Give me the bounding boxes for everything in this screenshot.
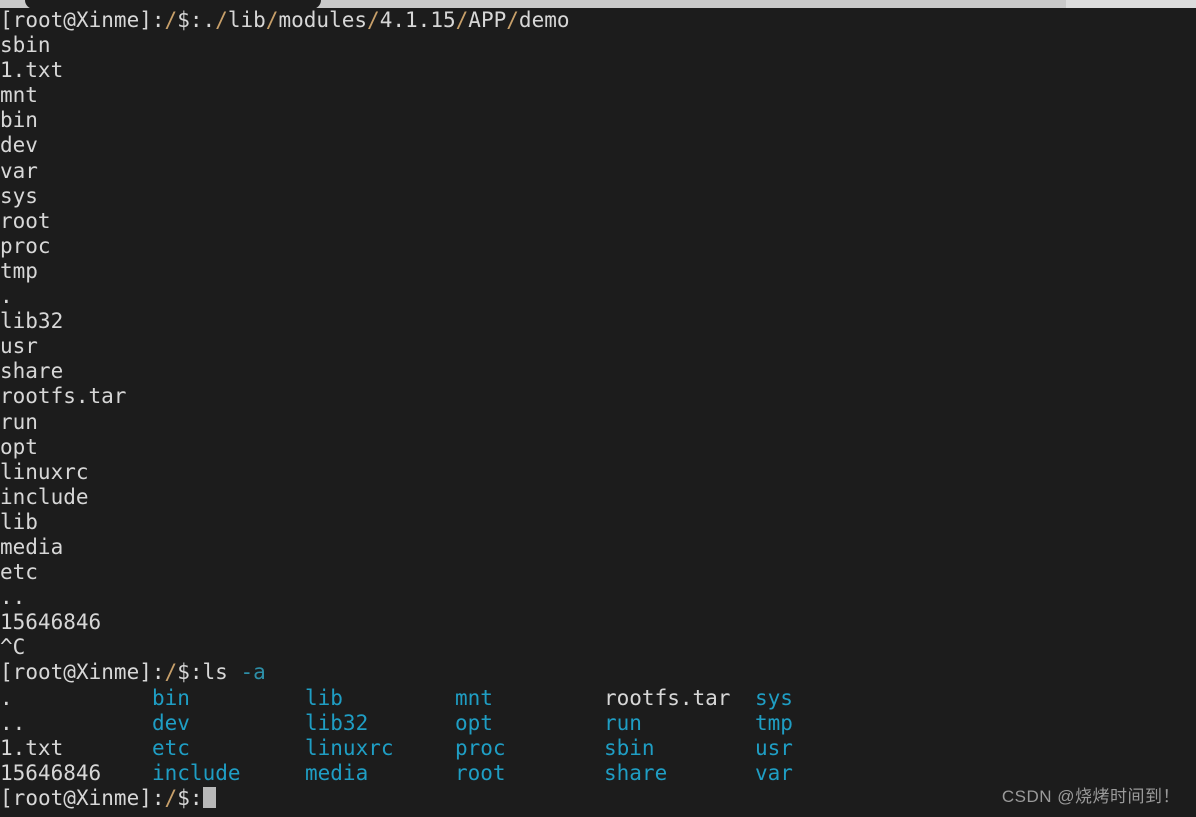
- output-entry: include: [0, 484, 89, 509]
- interrupt-marker: ^C: [0, 635, 26, 660]
- output-entry: media: [0, 534, 64, 559]
- output-entry: sys: [0, 183, 38, 208]
- ls-entry: 15646846: [0, 760, 102, 785]
- output-entry: 15646846: [0, 610, 102, 635]
- ls-entry: var: [755, 760, 793, 785]
- output-entry: lib32: [0, 309, 64, 334]
- output-entry: ..: [0, 585, 26, 610]
- ls-output-grid: . bin lib mnt rootfs.tar sys.. dev lib32 opt run t…: [0, 686, 1196, 786]
- ls-entry: ..: [0, 710, 26, 735]
- terminal-window[interactable]: [root@Xinme]:/$:./lib/modules/4.1.15/APP…: [0, 0, 1196, 817]
- ls-entry: include: [152, 760, 241, 785]
- csdn-watermark: CSDN @烧烤时间到！: [1001, 787, 1180, 806]
- ls-entry: root: [455, 760, 506, 785]
- text-cursor: [202, 786, 216, 808]
- ls-entry: dev: [152, 710, 190, 735]
- ls-entry: bin: [152, 685, 190, 710]
- ls-entry: mnt: [455, 685, 493, 710]
- command-space: [228, 660, 241, 684]
- ls-entry: lib32: [305, 710, 369, 735]
- ls-entry: tmp: [755, 710, 793, 735]
- output-entry: share: [0, 359, 64, 384]
- command-line-ls: [root@Xinme]:/$:ls -a: [0, 660, 1196, 685]
- ls-entry: etc: [152, 735, 190, 760]
- output-entry: .: [0, 284, 13, 309]
- output-entry: opt: [0, 434, 38, 459]
- shell-prompt-final: [root@Xinme]:/$:: [0, 785, 203, 810]
- ls-output-row: 1.txt etc linuxrc proc sbin usr: [0, 736, 1196, 761]
- output-entry: run: [0, 409, 38, 434]
- ls-entry: rootfs.tar: [604, 685, 731, 710]
- ls-entry: share: [604, 760, 668, 785]
- titlebar-right-edge: [1066, 0, 1196, 8]
- ls-output-row: .. dev lib32 opt run tmp: [0, 711, 1196, 736]
- ls-entry: usr: [755, 735, 793, 760]
- ls-entry: linuxrc: [305, 735, 394, 760]
- ls-entry: .: [0, 685, 13, 710]
- output-entry: rootfs.tar: [0, 384, 127, 409]
- output-entry: var: [0, 158, 38, 183]
- output-entry: sbin: [0, 33, 51, 58]
- output-entry: bin: [0, 108, 38, 133]
- ls-entry: proc: [455, 735, 506, 760]
- output-entry: linuxrc: [0, 459, 89, 484]
- terminal-screen[interactable]: [root@Xinme]:/$:./lib/modules/4.1.15/APP…: [0, 8, 1196, 817]
- command-name: ls: [202, 660, 228, 685]
- ls-entry: lib: [305, 685, 343, 710]
- output-entry: dev: [0, 133, 38, 158]
- first-output-list: sbin 1.txt mnt bin dev var sys root proc tmp. lib3…: [0, 33, 1196, 635]
- ls-entry: 1.txt: [0, 735, 64, 760]
- shell-prompt: [root@Xinme]:/$:: [0, 660, 203, 685]
- output-entry: mnt: [0, 83, 38, 108]
- output-entry: tmp: [0, 258, 38, 283]
- ls-entry: media: [305, 760, 369, 785]
- ls-output-row: . bin lib mnt rootfs.tar sys: [0, 686, 1196, 711]
- output-entry: 1.txt: [0, 58, 64, 83]
- ls-entry: sbin: [604, 735, 655, 760]
- ls-entry: sys: [755, 685, 793, 710]
- output-entry: proc: [0, 233, 51, 258]
- output-entry: usr: [0, 334, 38, 359]
- command-flag: -a: [240, 660, 266, 685]
- output-entry: etc: [0, 560, 38, 585]
- ls-entry: run: [604, 710, 642, 735]
- ls-entry: opt: [455, 710, 493, 735]
- command-line-first: [root@Xinme]:/$:./lib/modules/4.1.15/APP…: [0, 8, 570, 32]
- output-entry: lib: [0, 509, 38, 534]
- output-entry: root: [0, 208, 51, 233]
